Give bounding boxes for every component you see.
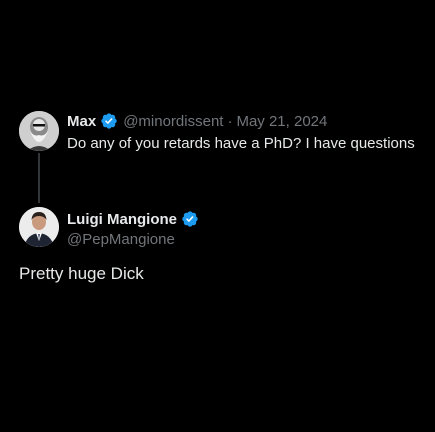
quoted-name-row: Max @minordissent · May 21, 2024 bbox=[67, 111, 429, 131]
tweet-thread: Max @minordissent · May 21, 2024 Do any … bbox=[0, 0, 435, 432]
quoted-tweet[interactable]: Max @minordissent · May 21, 2024 Do any … bbox=[19, 108, 429, 168]
main-tweet-author: Luigi Mangione @PepMangione bbox=[19, 207, 419, 251]
verified-badge-icon bbox=[101, 113, 117, 129]
author-name[interactable]: Max bbox=[67, 113, 96, 130]
main-tweet-text: Pretty huge Dick bbox=[19, 264, 144, 283]
author-handle[interactable]: @PepMangione bbox=[67, 230, 199, 250]
author-avatar[interactable] bbox=[19, 207, 59, 247]
bearded-man-avatar-icon bbox=[19, 111, 59, 151]
tweet-date[interactable]: May 21, 2024 bbox=[236, 113, 327, 130]
main-author-text: Luigi Mangione @PepMangione bbox=[67, 209, 199, 250]
author-handle[interactable]: @minordissent bbox=[123, 113, 223, 130]
man-in-suit-avatar-icon bbox=[19, 207, 59, 247]
author-avatar[interactable] bbox=[19, 111, 59, 151]
author-name[interactable]: Luigi Mangione bbox=[67, 211, 177, 228]
meta-separator: · bbox=[227, 112, 233, 130]
main-name-row: Luigi Mangione bbox=[67, 209, 199, 229]
verified-badge-icon bbox=[182, 211, 198, 227]
thread-connector-line bbox=[38, 153, 40, 203]
quoted-tweet-text: Do any of you retards have a PhD? I have… bbox=[67, 135, 415, 152]
quoted-tweet-body: Max @minordissent · May 21, 2024 Do any … bbox=[67, 111, 429, 154]
